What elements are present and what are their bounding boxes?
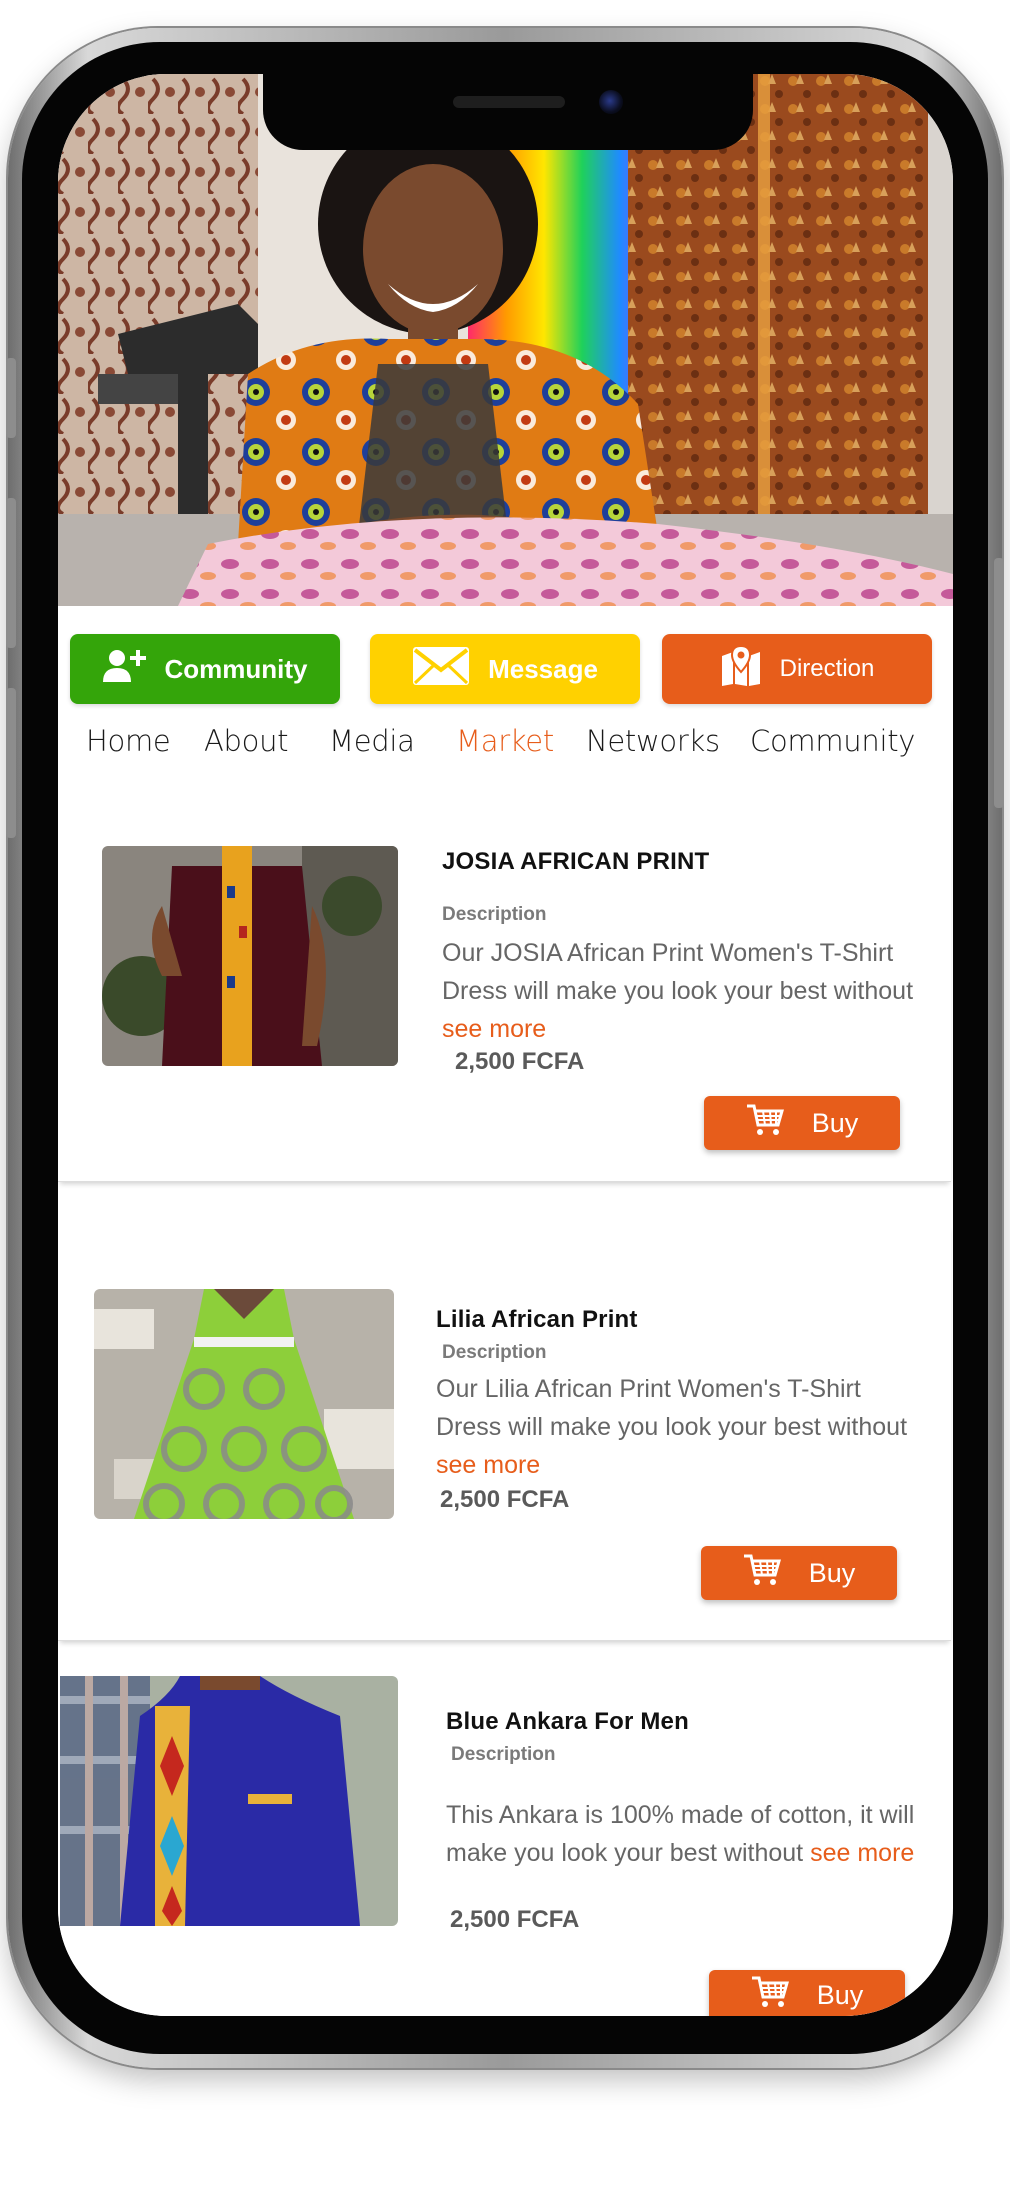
volume-up-button [6,498,16,648]
buy-button[interactable]: Buy [704,1096,900,1150]
nav-community[interactable]: Community [750,724,915,758]
nav-home[interactable]: Home [86,724,171,758]
app-screen: Community Message Direction Home About M… [58,74,953,2016]
see-more-link[interactable]: see more [810,1839,914,1867]
product-image[interactable] [60,1676,398,1926]
volume-down-button [6,688,16,838]
product-price: 2,500 FCFA [455,1048,585,1075]
add-user-icon [102,648,147,691]
product-image[interactable] [102,846,398,1066]
front-camera [599,90,623,114]
direction-button-label: Direction [779,655,875,682]
main-nav: Home About Media Market Networks Communi… [58,724,953,774]
speaker-grille [453,96,565,108]
direction-button[interactable]: Direction [662,634,932,704]
buy-button-label: Buy [811,1107,859,1138]
hero-image [58,74,953,606]
buy-button-label: Buy [808,1557,856,1588]
shopping-cart-icon [746,1103,784,1144]
product-title[interactable]: Blue Ankara For Men [446,1708,689,1736]
description-text: Our Lilia African Print Women's T-Shirt … [436,1375,908,1441]
message-button[interactable]: Message [370,634,640,704]
see-more-link[interactable]: see more [442,1015,546,1043]
product-description: Our JOSIA African Print Women's T-Shirt … [442,934,942,1048]
power-button [994,558,1004,808]
action-buttons: Community Message Direction [70,634,942,704]
product-description: This Ankara is 100% made of cotton, it w… [446,1796,926,1872]
buy-button-label: Buy [816,1979,864,2010]
nav-about[interactable]: About [204,724,289,758]
product-card: Lilia African Print Description Our Lili… [58,1224,951,1641]
product-card: Blue Ankara For Men Description This Ank… [58,1674,951,2016]
map-pin-icon [720,644,762,693]
envelope-icon [412,646,470,693]
see-more-link[interactable]: see more [436,1451,540,1479]
buy-button[interactable]: Buy [701,1546,897,1600]
community-button[interactable]: Community [70,634,340,704]
product-title[interactable]: Lilia African Print [436,1306,638,1334]
description-label: Description [442,1342,547,1363]
nav-market[interactable]: Market [456,724,554,758]
buy-button[interactable]: Buy [709,1970,905,2016]
product-price: 2,500 FCFA [450,1906,580,1933]
product-description: Our Lilia African Print Women's T-Shirt … [436,1370,916,1484]
nav-networks[interactable]: Networks [586,724,720,758]
description-label: Description [451,1744,556,1765]
description-label: Description [442,904,547,925]
message-button-label: Message [488,653,598,684]
product-title[interactable]: JOSIA AFRICAN PRINT [442,848,709,876]
product-card: JOSIA AFRICAN PRINT Description Our JOSI… [58,794,951,1182]
product-image[interactable] [94,1289,394,1519]
shopping-cart-icon [743,1553,781,1594]
mute-switch [6,358,16,438]
notch [263,74,753,150]
community-button-label: Community [164,653,308,684]
shopping-cart-icon [751,1975,789,2016]
nav-media[interactable]: Media [329,724,415,758]
product-price: 2,500 FCFA [440,1486,570,1513]
description-text: Our JOSIA African Print Women's T-Shirt … [442,939,914,1005]
